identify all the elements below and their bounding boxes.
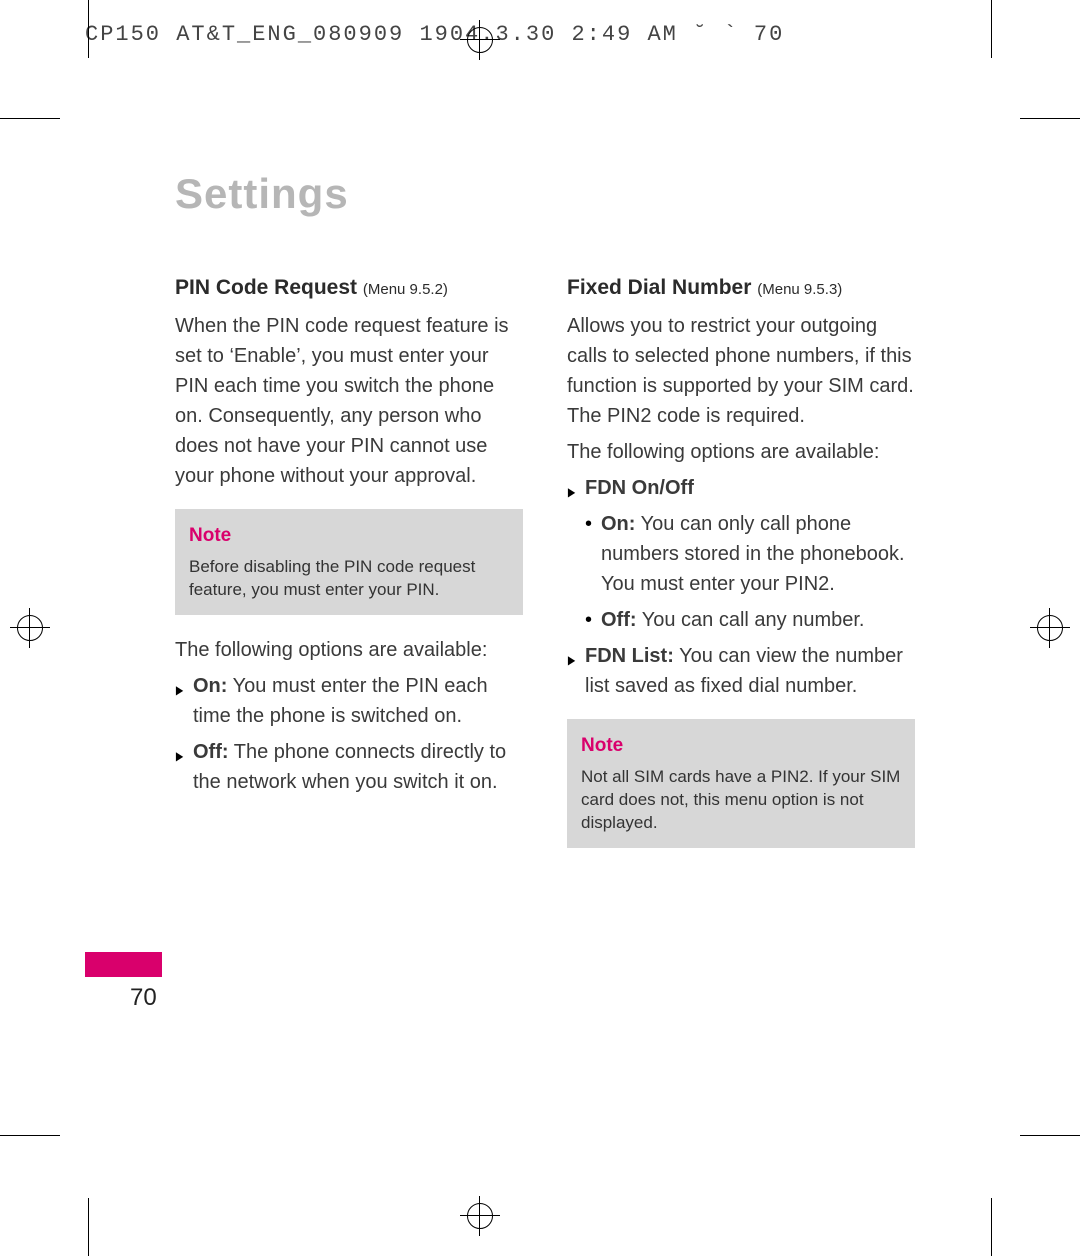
heading-text: PIN Code Request xyxy=(175,276,357,299)
intro-paragraph: When the PIN code request feature is set… xyxy=(175,311,523,491)
option-label: Off: xyxy=(193,741,229,763)
option-fdn-list: FDN List: You can view the number list s… xyxy=(567,641,915,701)
two-column-layout: PIN Code Request (Menu 9.5.2) When the P… xyxy=(175,273,915,868)
page-content: Settings PIN Code Request (Menu 9.5.2) W… xyxy=(175,170,915,868)
page-number: 70 xyxy=(130,984,157,1012)
crop-line xyxy=(0,118,60,119)
registration-mark-icon xyxy=(460,1196,500,1236)
registration-mark-icon xyxy=(10,608,50,648)
print-header: CP150 AT&T_ENG_080909 1904.3.30 2:49 AM … xyxy=(85,22,784,47)
option-off: Off: The phone connects directly to the … xyxy=(175,737,523,797)
option-on: On: You must enter the PIN each time the… xyxy=(175,671,523,731)
note-title: Note xyxy=(189,521,509,551)
section-heading-fdn: Fixed Dial Number (Menu 9.5.3) xyxy=(567,273,915,305)
crop-line xyxy=(991,0,992,58)
registration-mark-icon xyxy=(1030,608,1070,648)
option-text: You must enter the PIN each time the pho… xyxy=(193,675,488,727)
note-title: Note xyxy=(581,731,901,761)
option-label: Off: xyxy=(601,609,637,631)
menu-ref: (Menu 9.5.2) xyxy=(363,281,448,298)
note-box: Note Not all SIM cards have a PIN2. If y… xyxy=(567,719,915,848)
note-body: Before disabling the PIN code request fe… xyxy=(189,555,509,601)
note-body: Not all SIM cards have a PIN2. If your S… xyxy=(581,765,901,834)
column-left: PIN Code Request (Menu 9.5.2) When the P… xyxy=(175,273,523,868)
page-tab-accent xyxy=(85,952,162,977)
options-intro: The following options are available: xyxy=(567,437,915,467)
crop-line xyxy=(1020,1135,1080,1136)
option-label: FDN On/Off xyxy=(585,477,694,499)
registration-mark-icon xyxy=(460,20,500,60)
heading-text: Fixed Dial Number xyxy=(567,276,751,299)
suboption-on: On: You can only call phone numbers stor… xyxy=(567,509,915,599)
option-label: On: xyxy=(601,513,635,535)
column-right: Fixed Dial Number (Menu 9.5.3) Allows yo… xyxy=(567,273,915,868)
option-text: The phone connects directly to the netwo… xyxy=(193,741,506,793)
crop-line xyxy=(88,1198,89,1256)
page-title: Settings xyxy=(175,170,915,218)
crop-line xyxy=(0,1135,60,1136)
option-fdn-onoff: FDN On/Off xyxy=(567,473,915,503)
option-label: FDN List: xyxy=(585,645,674,667)
option-label: On: xyxy=(193,675,227,697)
options-intro: The following options are available: xyxy=(175,635,523,665)
intro-paragraph: Allows you to restrict your outgoing cal… xyxy=(567,311,915,431)
suboption-off: Off: You can call any number. xyxy=(567,605,915,635)
option-text: You can only call phone numbers stored i… xyxy=(601,513,905,595)
menu-ref: (Menu 9.5.3) xyxy=(757,281,842,298)
note-box: Note Before disabling the PIN code reque… xyxy=(175,509,523,615)
crop-line xyxy=(88,0,89,58)
option-text: You can call any number. xyxy=(637,609,865,631)
section-heading-pin: PIN Code Request (Menu 9.5.2) xyxy=(175,273,523,305)
crop-line xyxy=(1020,118,1080,119)
crop-line xyxy=(991,1198,992,1256)
